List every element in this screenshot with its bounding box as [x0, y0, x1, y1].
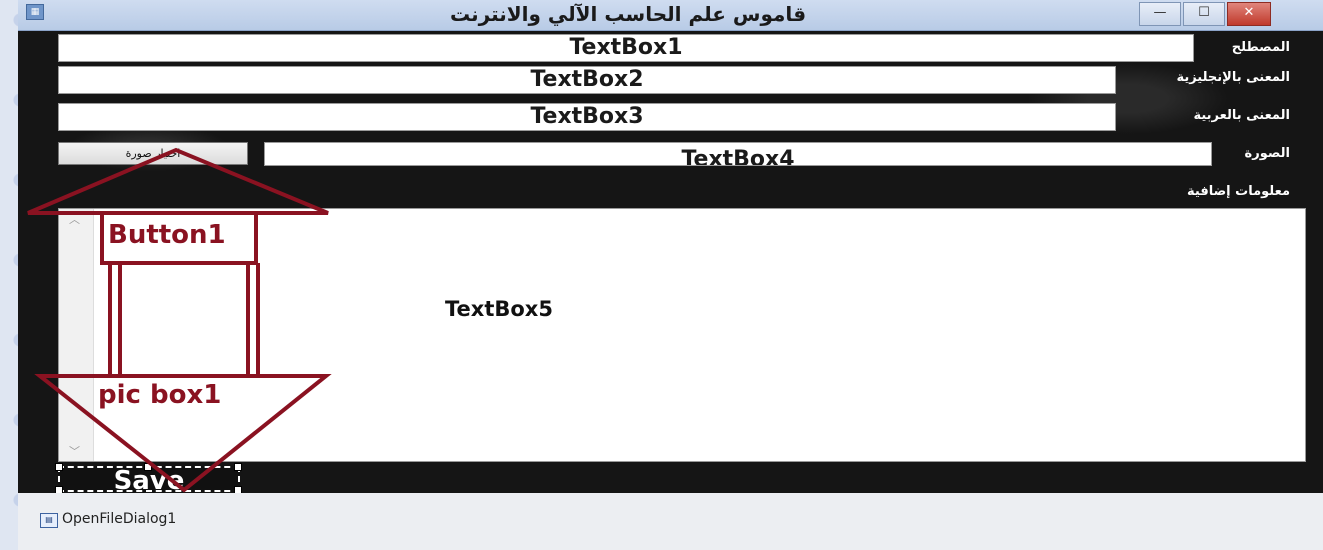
choose-image-button[interactable]: اختيار صورة	[58, 142, 248, 165]
component-tray: ▤ OpenFileDialog1	[18, 493, 1323, 550]
english-meaning-textbox[interactable]: TextBox2	[58, 66, 1116, 94]
picbox1-annotation: pic box1	[98, 380, 222, 410]
openfiledialog-item[interactable]: OpenFileDialog1	[62, 511, 176, 527]
term-textbox[interactable]: TextBox1	[58, 34, 1194, 62]
button1-annotation: Button1	[108, 220, 226, 250]
image-label: الصورة	[1244, 146, 1290, 161]
term-label: المصطلح	[1231, 40, 1290, 55]
resize-handle-icon[interactable]	[55, 463, 63, 471]
title-bar: ▦ قاموس علم الحاسب الآلي والانترنت — ☐ ✕	[18, 0, 1323, 31]
arabic-meaning-textbox[interactable]: TextBox3	[58, 103, 1116, 131]
english-meaning-label: المعنى بالإنجليزية	[1176, 70, 1290, 85]
extra-info-textbox[interactable]: ︿ ﹀ TextBox5	[58, 208, 1306, 462]
scroll-up-icon[interactable]: ︿	[69, 211, 80, 227]
dialog-icon: ▤	[40, 513, 58, 528]
vertical-scrollbar[interactable]: ︿ ﹀	[59, 209, 94, 461]
window-title: قاموس علم الحاسب الآلي والانترنت	[449, 2, 807, 26]
app-icon: ▦	[26, 4, 44, 20]
arabic-meaning-label: المعنى بالعربية	[1193, 108, 1290, 123]
image-path-textbox[interactable]: TextBox4	[264, 142, 1212, 166]
extra-info-text: TextBox5	[445, 297, 553, 321]
scroll-down-icon[interactable]: ﹀	[69, 443, 80, 459]
close-button[interactable]: ✕	[1227, 2, 1271, 26]
resize-handle-icon[interactable]	[144, 463, 152, 471]
minimize-button[interactable]: —	[1139, 2, 1181, 26]
resize-handle-icon[interactable]	[234, 463, 242, 471]
extra-info-label: معلومات إضافية	[1187, 184, 1290, 199]
maximize-button[interactable]: ☐	[1183, 2, 1225, 26]
